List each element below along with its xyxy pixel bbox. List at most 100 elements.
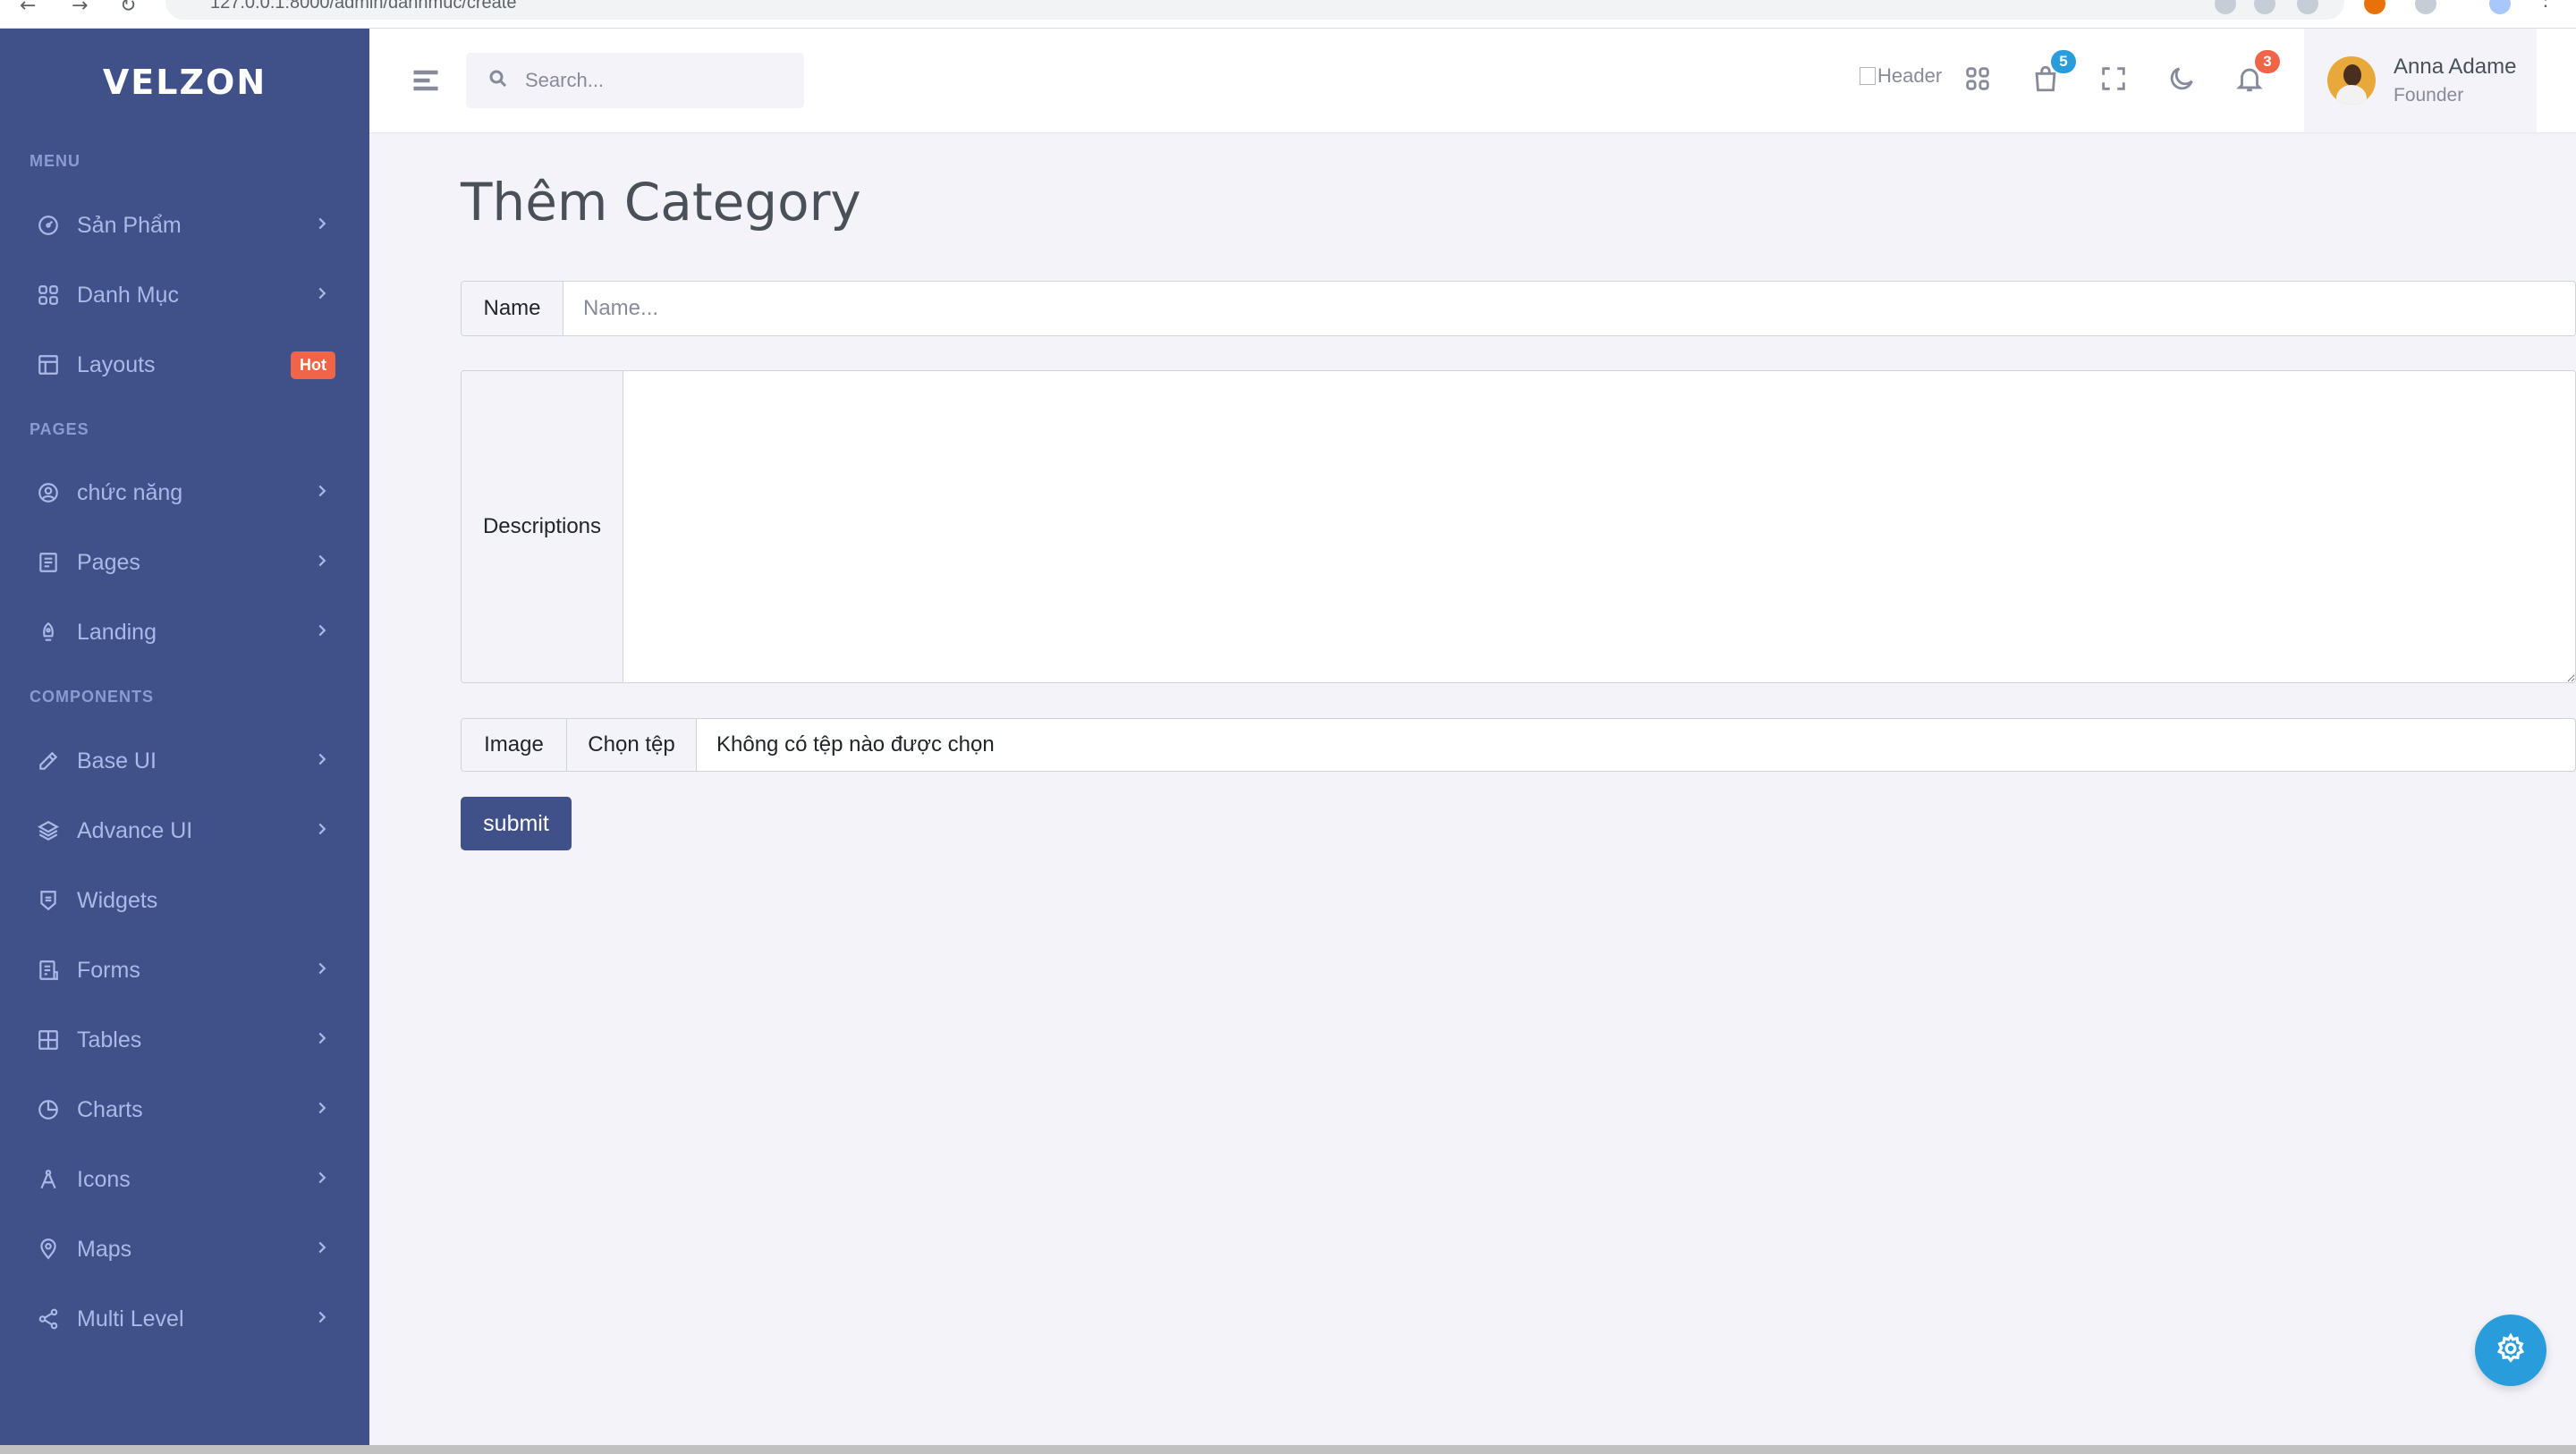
descriptions-textarea[interactable] (623, 371, 2575, 682)
dark-mode-button[interactable] (2162, 61, 2201, 100)
apps-icon (36, 283, 61, 308)
broken-image-icon (1860, 67, 1876, 85)
sidebar-item-label: Pages (77, 549, 140, 575)
broken-image-alt-text: Header (1877, 64, 1943, 87)
no-file-chosen-text: Không có tệp nào được chọn (716, 732, 995, 757)
sidebar-item-icons[interactable]: Icons (0, 1153, 369, 1206)
chevron-right-icon (312, 749, 335, 773)
sidebar-item-label: Base UI (77, 748, 157, 773)
search-input[interactable] (525, 69, 793, 92)
sidebar-item-tables[interactable]: Tables (0, 1013, 369, 1067)
profile-icon[interactable] (2489, 0, 2511, 14)
sidebar-item-label: Landing (77, 619, 157, 645)
sidebar-section-menu: MENU (30, 152, 80, 170)
sidebar-item-advance-ui[interactable]: Advance UI (0, 804, 369, 858)
chevron-right-icon (312, 819, 335, 842)
avatar (2327, 56, 2376, 105)
sidebar-item-label: chức năng (77, 479, 183, 505)
notifications-button[interactable]: 3 (2230, 50, 2280, 100)
app-logo[interactable]: VELZON (0, 63, 369, 102)
pages-icon (36, 550, 61, 575)
chevron-right-icon (312, 551, 335, 574)
sidebar-section-components: COMPONENTS (30, 688, 155, 706)
search-icon (487, 68, 509, 94)
layout-icon (36, 352, 61, 377)
horizontal-scrollbar[interactable] (0, 1445, 2576, 1454)
sidebar-item-chuc-nang[interactable]: chức năng (0, 466, 369, 520)
compasses-icon (36, 1167, 61, 1192)
sidebar-item-maps[interactable]: Maps (0, 1222, 369, 1276)
chevron-right-icon (312, 1168, 335, 1191)
image-label: Image (462, 719, 567, 771)
sidebar-item-label: Icons (77, 1166, 131, 1192)
user-menu[interactable]: Anna Adame Founder (2304, 29, 2537, 132)
topbar: Header 5 3 Anna Adame Founder (369, 29, 2576, 132)
sidebar-item-layouts[interactable]: Layouts Hot (0, 338, 369, 392)
sidebar-item-pages[interactable]: Pages (0, 536, 369, 589)
chevron-right-icon (312, 959, 335, 982)
pie-chart-icon (36, 1097, 61, 1122)
chevron-right-icon (312, 621, 335, 644)
sidebar-item-label: Forms (77, 957, 140, 983)
theme-settings-button[interactable] (2475, 1315, 2546, 1386)
moon-icon (2166, 63, 2197, 98)
table-icon (36, 1027, 61, 1052)
fullscreen-button[interactable] (2094, 61, 2133, 100)
name-field[interactable] (564, 282, 2575, 335)
name-input-group: Name (461, 281, 2576, 336)
sidebar-item-charts[interactable]: Charts (0, 1083, 369, 1137)
submit-button[interactable]: submit (461, 797, 572, 850)
sidebar-item-label: Multi Level (77, 1306, 184, 1331)
cart-button[interactable]: 5 (2026, 50, 2076, 100)
sidebar-item-base-ui[interactable]: Base UI (0, 734, 369, 788)
pencil-ruler-icon (36, 748, 61, 773)
choose-file-button[interactable]: Chọn tệp (567, 719, 697, 771)
account-circle-icon (36, 480, 61, 505)
forward-icon[interactable]: → (72, 0, 88, 17)
window-icon[interactable] (2415, 0, 2436, 14)
extension-icon[interactable] (2364, 0, 2385, 14)
browser-toolbar: ← → ↻ 127.0.0.1:8000/admin/danhmuc/creat… (0, 0, 2576, 29)
sidebar-item-label: Widgets (77, 887, 158, 913)
sidebar-item-san-pham[interactable]: Sản Phẩm (0, 199, 369, 252)
notification-count-badge: 3 (2255, 50, 2280, 73)
gear-icon (2495, 1332, 2527, 1369)
chevron-right-icon (312, 1307, 335, 1331)
name-label: Name (462, 282, 564, 335)
stack-icon (36, 818, 61, 843)
browser-menu-icon[interactable]: ⋮ (2536, 0, 2557, 10)
back-icon[interactable]: ← (20, 0, 36, 17)
descriptions-label: Descriptions (462, 371, 623, 682)
page-title: Thêm Category (461, 172, 861, 232)
sidebar-item-landing[interactable]: Landing (0, 605, 369, 659)
sidebar-item-label: Danh Mục (77, 282, 179, 308)
rocket-icon (36, 620, 61, 645)
search-box (466, 53, 804, 108)
hot-badge: Hot (291, 351, 335, 379)
sidebar-item-multi-level[interactable]: Multi Level (0, 1292, 369, 1346)
sidebar-item-widgets[interactable]: Widgets (0, 874, 369, 927)
apps-grid-button[interactable] (1958, 61, 1997, 100)
reload-icon[interactable]: ↻ (120, 0, 136, 17)
sidebar-item-label: Charts (77, 1096, 143, 1122)
address-bar[interactable]: 127.0.0.1:8000/admin/danhmuc/create (165, 0, 2344, 20)
chevron-right-icon (312, 1098, 335, 1121)
sidebar-item-label: Advance UI (77, 817, 193, 843)
chevron-right-icon (312, 283, 335, 307)
chevron-right-icon (312, 481, 335, 504)
fullscreen-icon (2098, 63, 2129, 98)
apps-grid-icon (1962, 63, 1993, 98)
chevron-right-icon (312, 1238, 335, 1261)
sidebar-item-label: Layouts (77, 351, 156, 377)
sidebar-item-label: Maps (77, 1236, 132, 1262)
file-list-icon (36, 958, 61, 983)
image-input-group: Image Chọn tệp Không có tệp nào được chọ… (461, 718, 2576, 772)
hamburger-menu-icon[interactable] (410, 64, 445, 97)
user-name: Anna Adame (2394, 55, 2517, 79)
sidebar-item-danh-muc[interactable]: Danh Mục (0, 268, 369, 322)
sidebar-item-forms[interactable]: Forms (0, 943, 369, 997)
dashboard-icon (36, 213, 61, 238)
chevron-right-icon (312, 214, 335, 237)
user-role: Founder (2394, 85, 2464, 106)
sidebar: VELZON MENU Sản Phẩm Danh Mục Layouts Ho… (0, 29, 369, 1454)
